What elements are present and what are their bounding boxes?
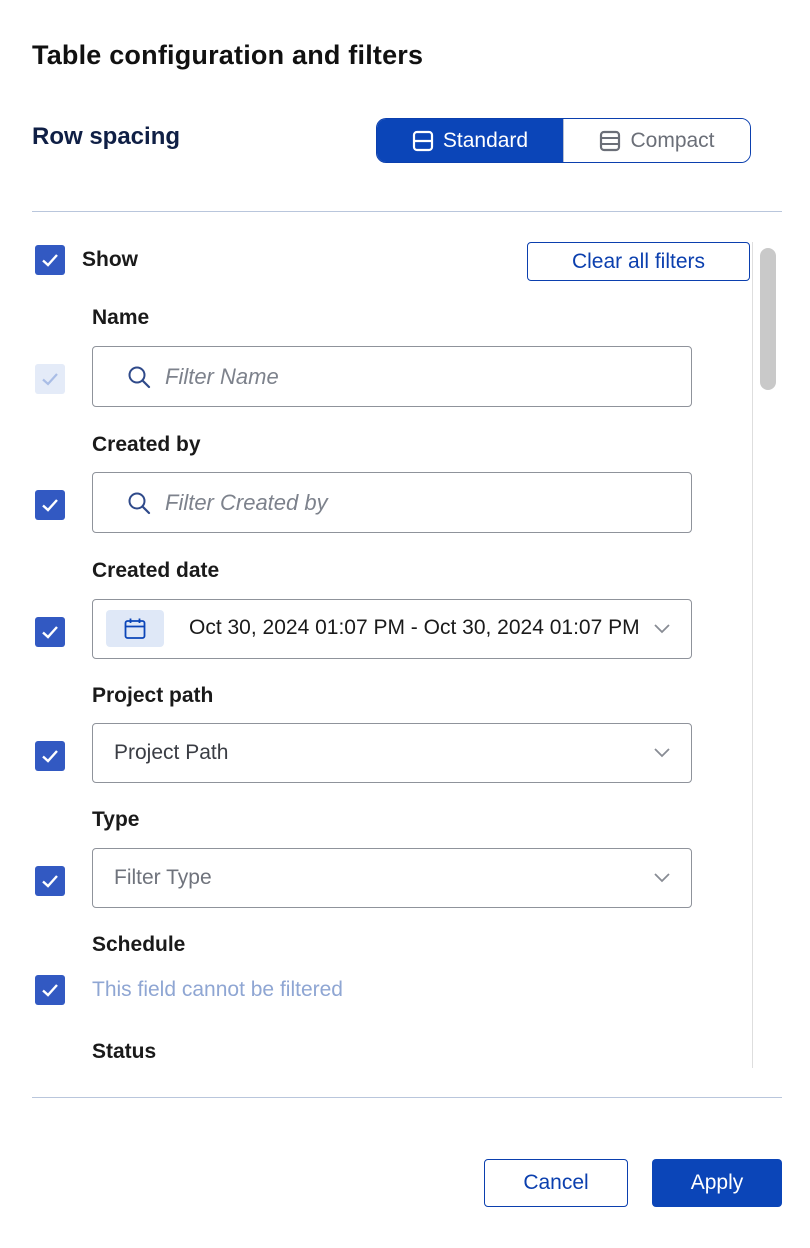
standard-spacing-button[interactable]: Standard	[377, 119, 563, 162]
chevron-down-icon	[653, 746, 671, 764]
name-field-label: Name	[92, 306, 150, 329]
project-path-column-checkbox[interactable]	[35, 741, 65, 771]
name-column-checkbox	[35, 364, 65, 394]
checkmark-icon	[42, 984, 58, 997]
row-spacing-toggle: Standard Compact	[376, 118, 751, 163]
calendar-icon[interactable]	[106, 610, 164, 647]
created-date-range-picker[interactable]: Oct 30, 2024 01:07 PM - Oct 30, 2024 01:…	[92, 599, 692, 659]
checkmark-icon	[42, 499, 58, 512]
status-field-label: Status	[92, 1040, 157, 1063]
created-by-column-checkbox[interactable]	[35, 490, 65, 520]
schedule-field-label: Schedule	[92, 933, 186, 956]
project-path-select[interactable]: Project Path	[92, 723, 692, 783]
top-divider	[32, 211, 782, 212]
name-filter-input[interactable]	[165, 363, 625, 390]
compact-rows-icon	[599, 130, 621, 152]
type-filter-select[interactable]: Filter Type	[92, 848, 692, 908]
created-by-filter-input[interactable]	[165, 489, 625, 516]
checkmark-icon	[42, 373, 58, 386]
search-icon	[127, 365, 151, 389]
standard-spacing-label: Standard	[442, 128, 529, 152]
created-date-field-label: Created date	[92, 559, 220, 582]
project-path-field-label: Project path	[92, 684, 214, 707]
compact-spacing-label: Compact	[630, 128, 715, 152]
schedule-not-filterable-note: This field cannot be filtered	[92, 978, 343, 1001]
dialog-title: Table configuration and filters	[32, 40, 424, 70]
show-all-checkbox[interactable]	[35, 245, 65, 275]
compact-spacing-button[interactable]: Compact	[563, 119, 750, 162]
show-label: Show	[82, 248, 138, 271]
created-by-filter-field	[92, 472, 692, 533]
chevron-down-icon	[653, 622, 671, 640]
row-spacing-label: Row spacing	[32, 123, 181, 150]
clear-all-filters-button[interactable]: Clear all filters	[527, 242, 750, 281]
apply-button[interactable]: Apply	[652, 1159, 782, 1207]
checkmark-icon	[42, 626, 58, 639]
created-date-column-checkbox[interactable]	[35, 617, 65, 647]
scrollbar-thumb[interactable]	[760, 248, 776, 390]
checkmark-icon	[42, 254, 58, 267]
created-by-field-label: Created by	[92, 433, 201, 456]
checkmark-icon	[42, 875, 58, 888]
type-field-label: Type	[92, 808, 140, 831]
bottom-divider	[32, 1097, 782, 1098]
cancel-button[interactable]: Cancel	[484, 1159, 628, 1207]
checkmark-icon	[42, 750, 58, 763]
project-path-select-value: Project Path	[114, 741, 229, 764]
chevron-down-icon	[653, 871, 671, 889]
type-column-checkbox[interactable]	[35, 866, 65, 896]
name-filter-field	[92, 346, 692, 407]
created-date-range-value: Oct 30, 2024 01:07 PM - Oct 30, 2024 01:…	[189, 616, 640, 639]
search-icon	[127, 491, 151, 515]
standard-rows-icon	[412, 130, 434, 152]
schedule-column-checkbox[interactable]	[35, 975, 65, 1005]
type-filter-placeholder: Filter Type	[114, 866, 212, 889]
